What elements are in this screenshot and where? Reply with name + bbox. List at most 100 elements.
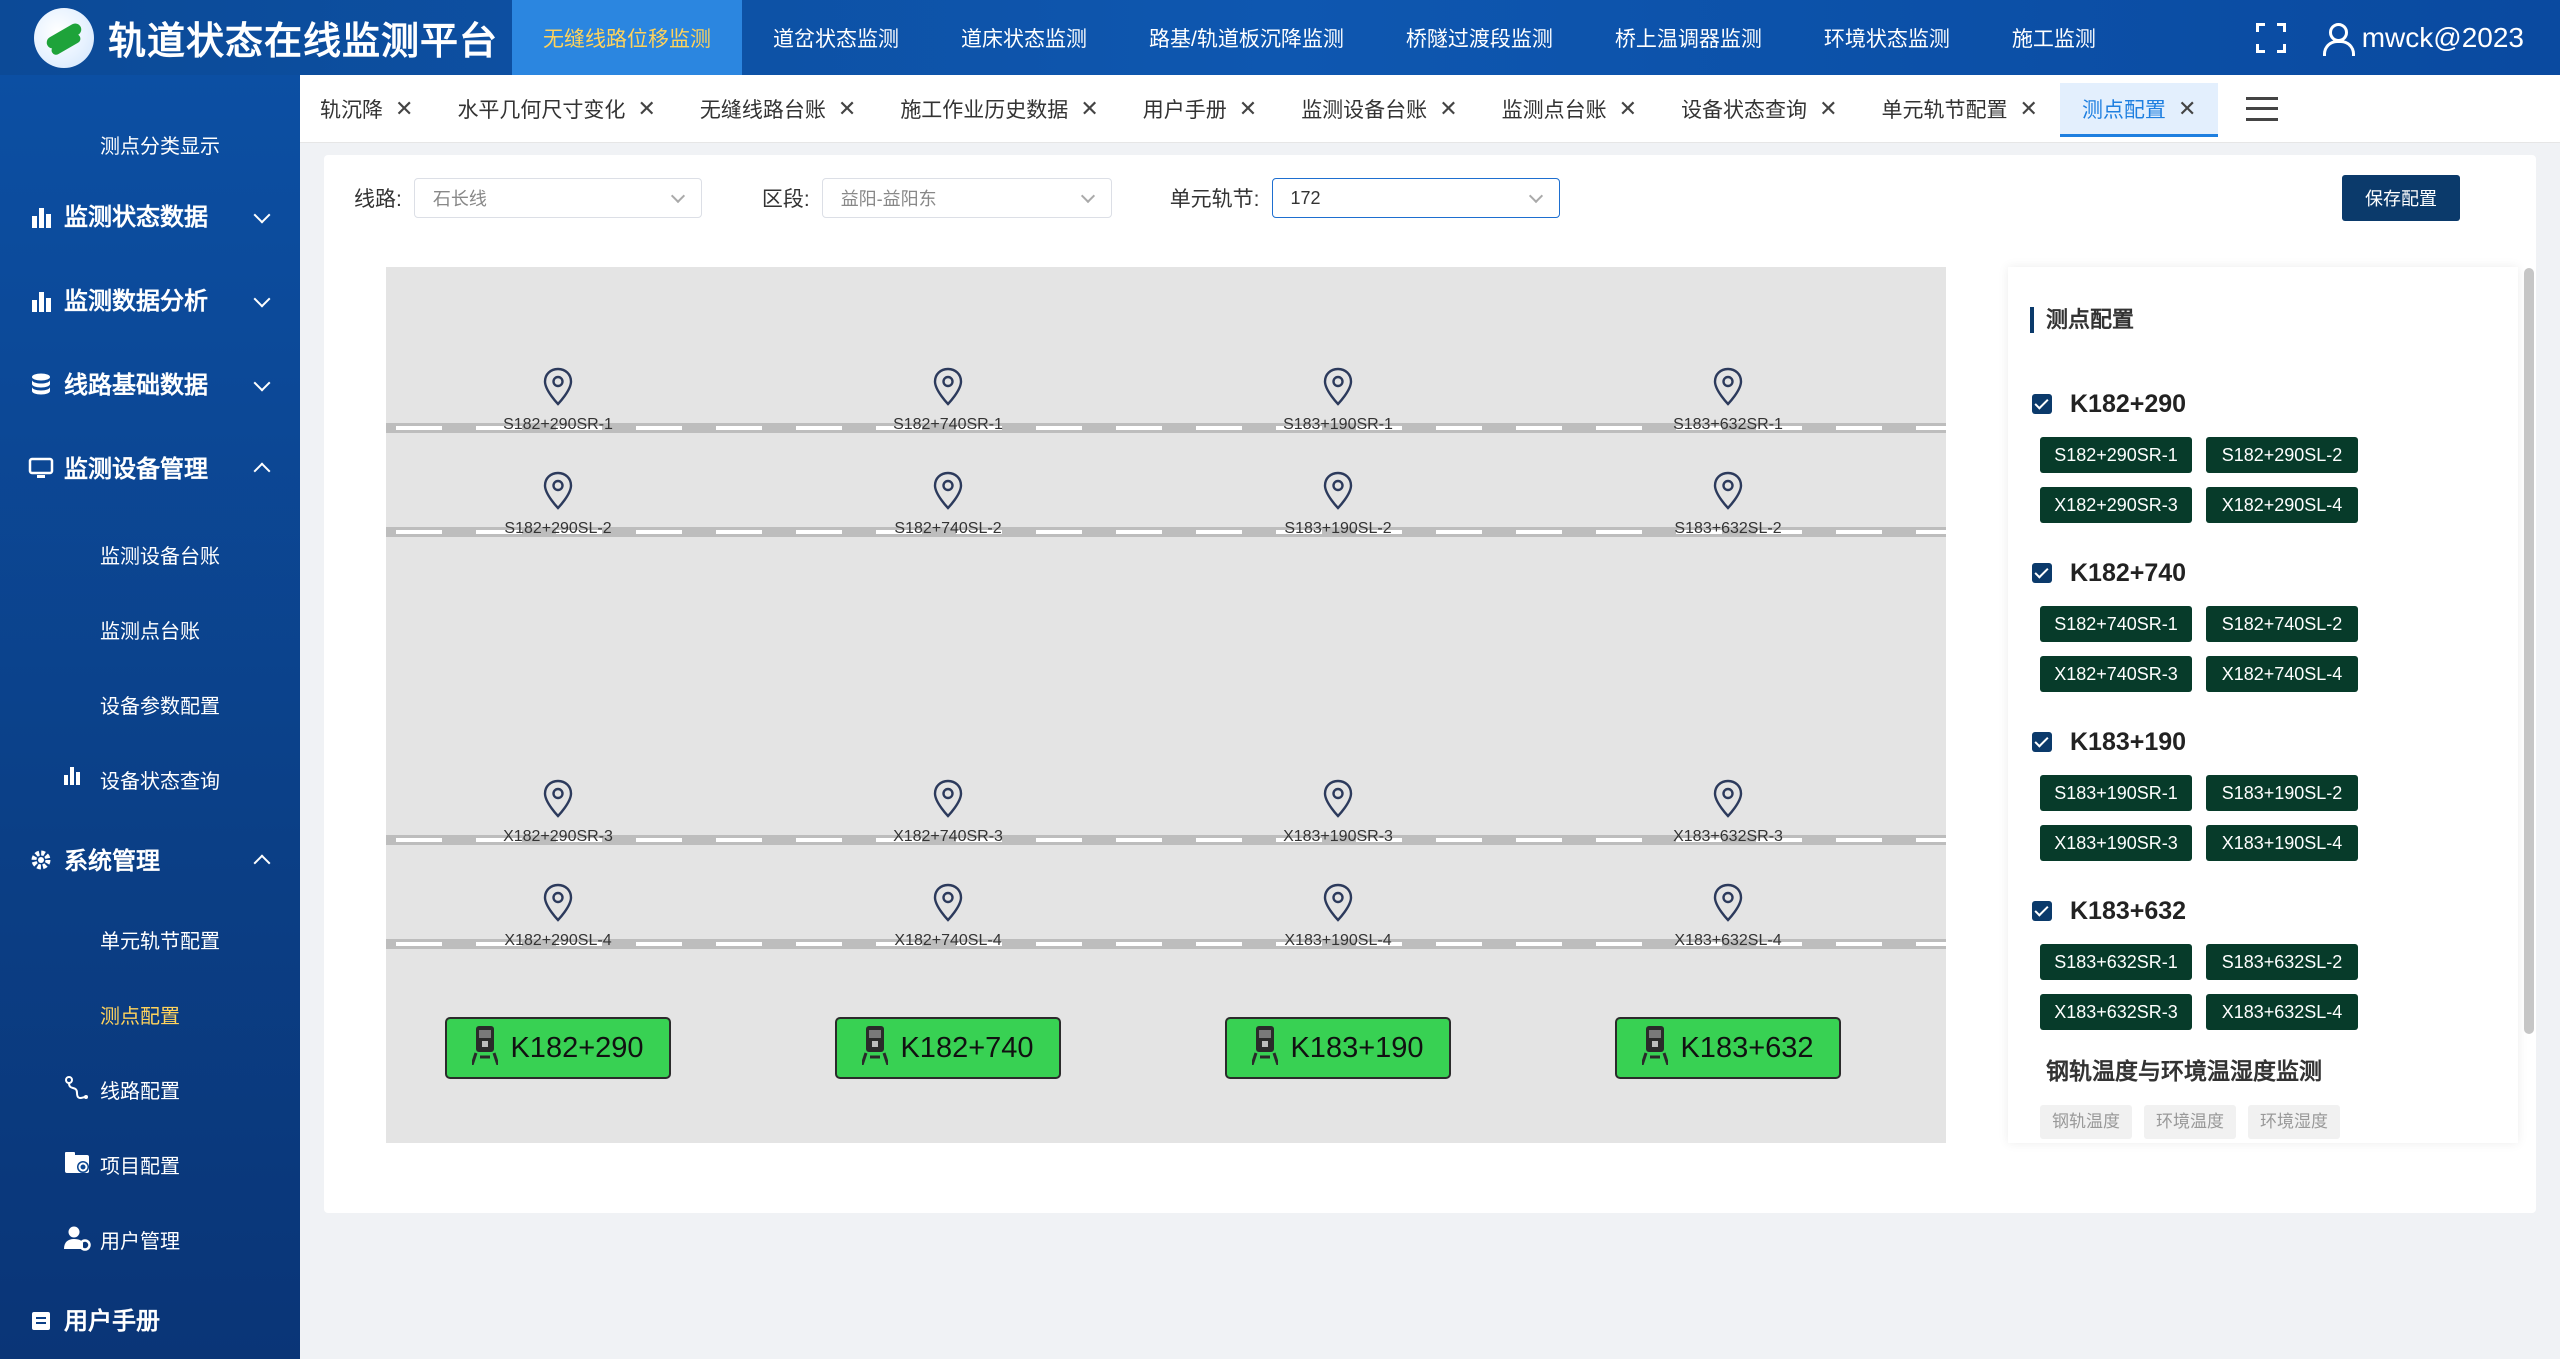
close-icon[interactable]: ✕ bbox=[2020, 96, 2038, 122]
measure-point[interactable]: S182+290SL-2 bbox=[458, 471, 658, 538]
nav-item-environment[interactable]: 环境状态监测 bbox=[1793, 0, 1981, 75]
sidebar-item-project-config[interactable]: 项目配置 bbox=[65, 1150, 180, 1179]
point-group-header[interactable]: K182+290 bbox=[2032, 387, 2392, 421]
checkbox-checked-icon[interactable] bbox=[2032, 732, 2052, 752]
measure-point[interactable]: X182+290SR-3 bbox=[458, 779, 658, 846]
sidebar-group-monitor-analysis[interactable]: 监测数据分析 bbox=[28, 281, 278, 316]
point-chip[interactable]: X183+190SL-4 bbox=[2206, 825, 2358, 861]
sidebar-item-status-query[interactable]: 设备状态查询 bbox=[64, 765, 220, 794]
point-chip[interactable]: X182+740SR-3 bbox=[2040, 656, 2192, 692]
point-chip[interactable]: X182+290SL-4 bbox=[2206, 487, 2358, 523]
point-chip[interactable]: X183+190SR-3 bbox=[2040, 825, 2192, 861]
measure-point[interactable]: X183+632SL-4 bbox=[1628, 883, 1828, 950]
point-chip[interactable]: S182+740SR-1 bbox=[2040, 606, 2192, 642]
point-group-header[interactable]: K183+632 bbox=[2032, 894, 2392, 928]
tab-horizontal-geometry[interactable]: 水平几何尺寸变化 ✕ bbox=[435, 75, 677, 143]
sidebar-group-user-manual[interactable]: 用户手册 bbox=[28, 1301, 278, 1336]
measure-point[interactable]: S182+290SR-1 bbox=[458, 367, 658, 434]
close-icon[interactable]: ✕ bbox=[1439, 96, 1457, 122]
sidebar-item-user-mgmt[interactable]: 用户管理 bbox=[64, 1225, 180, 1254]
close-icon[interactable]: ✕ bbox=[838, 96, 856, 122]
menu-list-icon[interactable] bbox=[2246, 96, 2279, 121]
sidebar-item-param-config[interactable]: 设备参数配置 bbox=[100, 690, 220, 719]
measure-point[interactable]: X182+290SL-4 bbox=[458, 883, 658, 950]
point-chip[interactable]: S182+290SR-1 bbox=[2040, 437, 2192, 473]
sidebar-item-point-ledger[interactable]: 监测点台账 bbox=[100, 615, 200, 644]
checkbox-checked-icon[interactable] bbox=[2032, 901, 2052, 921]
nav-item-subgrade[interactable]: 路基/轨道板沉降监测 bbox=[1118, 0, 1375, 75]
tag-env-temp[interactable]: 环境温度 bbox=[2144, 1105, 2236, 1139]
point-chip[interactable]: X183+632SR-3 bbox=[2040, 994, 2192, 1030]
measure-point[interactable]: S182+740SL-2 bbox=[848, 471, 1048, 538]
nav-item-construction[interactable]: 施工监测 bbox=[1981, 0, 2127, 75]
measure-point[interactable]: S183+190SL-2 bbox=[1238, 471, 1438, 538]
tab-point-config[interactable]: 测点配置 ✕ bbox=[2059, 75, 2219, 143]
measure-point[interactable]: S183+632SL-2 bbox=[1628, 471, 1828, 538]
measure-point[interactable]: S183+190SR-1 bbox=[1238, 367, 1438, 434]
fullscreen-icon[interactable] bbox=[2255, 22, 2286, 53]
sidebar-group-monitor-status[interactable]: 监测状态数据 bbox=[28, 197, 278, 232]
tab-seamless-ledger[interactable]: 无缝线路台账 ✕ bbox=[678, 75, 878, 143]
measure-point[interactable]: X183+190SL-4 bbox=[1238, 883, 1438, 950]
close-icon[interactable]: ✕ bbox=[1819, 96, 1837, 122]
tag-rail-temp[interactable]: 钢轨温度 bbox=[2040, 1105, 2132, 1139]
point-chip[interactable]: S183+190SL-2 bbox=[2206, 775, 2358, 811]
close-icon[interactable]: ✕ bbox=[2178, 96, 2196, 122]
sidebar-group-system-mgmt[interactable]: 系统管理 bbox=[28, 841, 278, 876]
station-button[interactable]: K182+290 bbox=[445, 1017, 671, 1079]
measure-point[interactable]: S182+740SR-1 bbox=[848, 367, 1048, 434]
station-button[interactable]: K183+632 bbox=[1615, 1017, 1841, 1079]
point-chip[interactable]: S182+740SL-2 bbox=[2206, 606, 2358, 642]
tag-env-humidity[interactable]: 环境湿度 bbox=[2248, 1105, 2340, 1139]
nav-item-trackbed[interactable]: 道床状态监测 bbox=[930, 0, 1118, 75]
point-chip[interactable]: S183+632SR-1 bbox=[2040, 944, 2192, 980]
sidebar-group-line-base[interactable]: 线路基础数据 bbox=[28, 365, 278, 400]
close-icon[interactable]: ✕ bbox=[1239, 96, 1257, 122]
point-group-header[interactable]: K182+740 bbox=[2032, 556, 2392, 590]
tab-unit-config[interactable]: 单元轨节配置 ✕ bbox=[1860, 75, 2060, 143]
checkbox-checked-icon[interactable] bbox=[2032, 563, 2052, 583]
measure-point[interactable]: X183+632SR-3 bbox=[1628, 779, 1828, 846]
sidebar-item-point-config[interactable]: 测点配置 bbox=[100, 1000, 180, 1029]
section-select[interactable]: 益阳-益阳东 bbox=[821, 178, 1112, 218]
point-chip[interactable]: X183+632SL-4 bbox=[2206, 994, 2358, 1030]
measure-point[interactable]: X183+190SR-3 bbox=[1238, 779, 1438, 846]
point-group-header[interactable]: K183+190 bbox=[2032, 725, 2392, 759]
checkbox-checked-icon[interactable] bbox=[2032, 394, 2052, 414]
nav-item-temp-regulator[interactable]: 桥上温调器监测 bbox=[1584, 0, 1793, 75]
close-icon[interactable]: ✕ bbox=[1619, 96, 1637, 122]
close-icon[interactable]: ✕ bbox=[637, 96, 655, 122]
point-chip[interactable]: S183+632SL-2 bbox=[2206, 944, 2358, 980]
tab-point-ledger[interactable]: 监测点台账 ✕ bbox=[1480, 75, 1659, 143]
sidebar-item-unit-config[interactable]: 单元轨节配置 bbox=[100, 925, 220, 954]
nav-item-turnout[interactable]: 道岔状态监测 bbox=[742, 0, 930, 75]
nav-item-seamless[interactable]: 无缝线路位移监测 bbox=[512, 0, 742, 75]
measure-point[interactable]: X182+740SR-3 bbox=[848, 779, 1048, 846]
tab-status-query[interactable]: 设备状态查询 ✕ bbox=[1659, 75, 1859, 143]
tab-user-manual[interactable]: 用户手册 ✕ bbox=[1121, 75, 1279, 143]
station-button[interactable]: K183+190 bbox=[1225, 1017, 1451, 1079]
tab-device-ledger[interactable]: 监测设备台账 ✕ bbox=[1279, 75, 1479, 143]
user-menu[interactable]: mwck@2023 bbox=[2322, 22, 2524, 56]
line-select[interactable]: 石长线 bbox=[413, 178, 702, 218]
station-button[interactable]: K182+740 bbox=[835, 1017, 1061, 1079]
save-config-button[interactable]: 保存配置 bbox=[2342, 175, 2460, 221]
nav-item-transition[interactable]: 桥隧过渡段监测 bbox=[1375, 0, 1584, 75]
tab-rail-settlement[interactable]: 轨沉降 ✕ bbox=[300, 75, 435, 143]
panel-scrollbar[interactable] bbox=[2524, 268, 2534, 1034]
tab-construction-history[interactable]: 施工作业历史数据 ✕ bbox=[878, 75, 1120, 143]
point-chip[interactable]: X182+740SL-4 bbox=[2206, 656, 2358, 692]
unit-select[interactable]: 172 bbox=[1271, 178, 1560, 218]
sidebar-item-point-classify[interactable]: 测点分类显示 bbox=[100, 130, 220, 159]
measure-point[interactable]: S183+632SR-1 bbox=[1628, 367, 1828, 434]
point-chip[interactable]: X182+290SR-3 bbox=[2040, 487, 2192, 523]
sidebar-group-device-mgmt[interactable]: 监测设备管理 bbox=[28, 449, 278, 484]
point-chip[interactable]: S183+190SR-1 bbox=[2040, 775, 2192, 811]
point-chip[interactable]: S182+290SL-2 bbox=[2206, 437, 2358, 473]
sidebar-item-device-ledger[interactable]: 监测设备台账 bbox=[100, 540, 220, 569]
measure-point[interactable]: X182+740SL-4 bbox=[848, 883, 1048, 950]
close-icon[interactable]: ✕ bbox=[1080, 96, 1098, 122]
sidebar-item-line-config[interactable]: 线路配置 bbox=[65, 1075, 180, 1104]
close-icon[interactable]: ✕ bbox=[395, 96, 413, 122]
train-icon bbox=[1641, 1023, 1680, 1073]
